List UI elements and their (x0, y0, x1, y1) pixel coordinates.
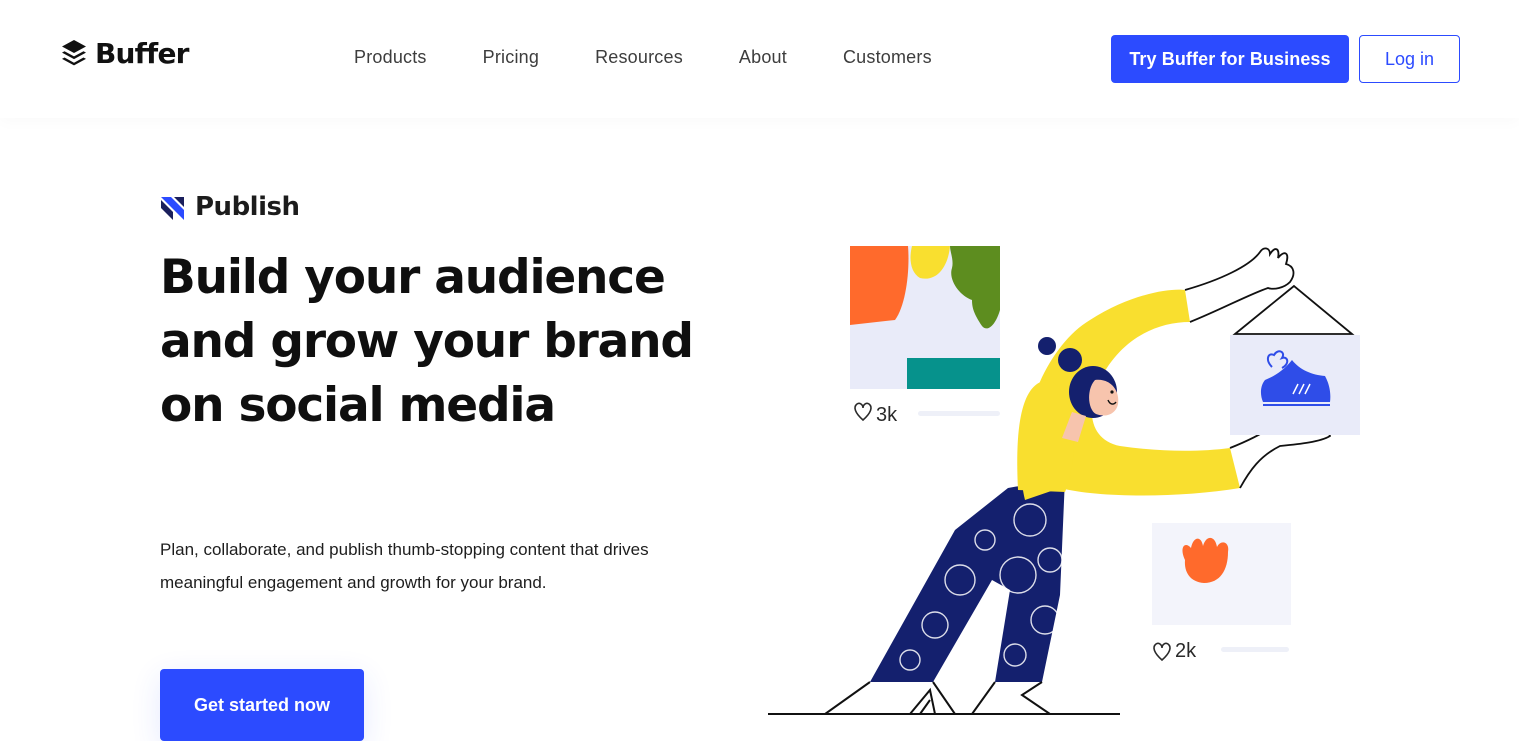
post-two-likes: 2k (1153, 640, 1289, 662)
nav-item-products[interactable]: Products (354, 47, 427, 68)
hero-headline: Build your audience and grow your brand … (160, 250, 694, 433)
heart-icon (854, 402, 872, 422)
post-card-one (850, 246, 1000, 389)
heart-icon (1153, 642, 1171, 662)
log-in-button[interactable]: Log in (1359, 35, 1460, 83)
hero-subtext: Plan, collaborate, and publish thumb-sto… (160, 540, 649, 592)
product-name: Publish (195, 192, 300, 222)
get-started-button[interactable]: Get started now (160, 669, 364, 741)
post-card-two (1152, 523, 1291, 625)
nav-item-about[interactable]: About (739, 47, 787, 68)
product-tag: Publish (160, 192, 300, 222)
nav-item-resources[interactable]: Resources (595, 47, 683, 68)
buffer-stack-icon (62, 39, 86, 65)
nav-item-customers[interactable]: Customers (843, 47, 932, 68)
buffer-logo-text: Buffer (95, 37, 189, 70)
buffer-logo[interactable]: Buffer (60, 37, 189, 70)
main-nav: Products Pricing Resources About Custome… (354, 47, 932, 68)
post-one-like-count: 3k (876, 404, 898, 426)
shoe-card (1230, 335, 1360, 435)
publish-arrow-icon (161, 196, 184, 220)
nav-item-pricing[interactable]: Pricing (483, 47, 539, 68)
site-header: Buffer Products Pricing Resources About … (0, 0, 1519, 118)
hero-illustration: 3k 2k (768, 246, 1360, 715)
post-two-like-count: 2k (1175, 640, 1197, 662)
post-one-likes: 3k (854, 402, 1000, 426)
try-buffer-for-business-button[interactable]: Try Buffer for Business (1111, 35, 1349, 83)
